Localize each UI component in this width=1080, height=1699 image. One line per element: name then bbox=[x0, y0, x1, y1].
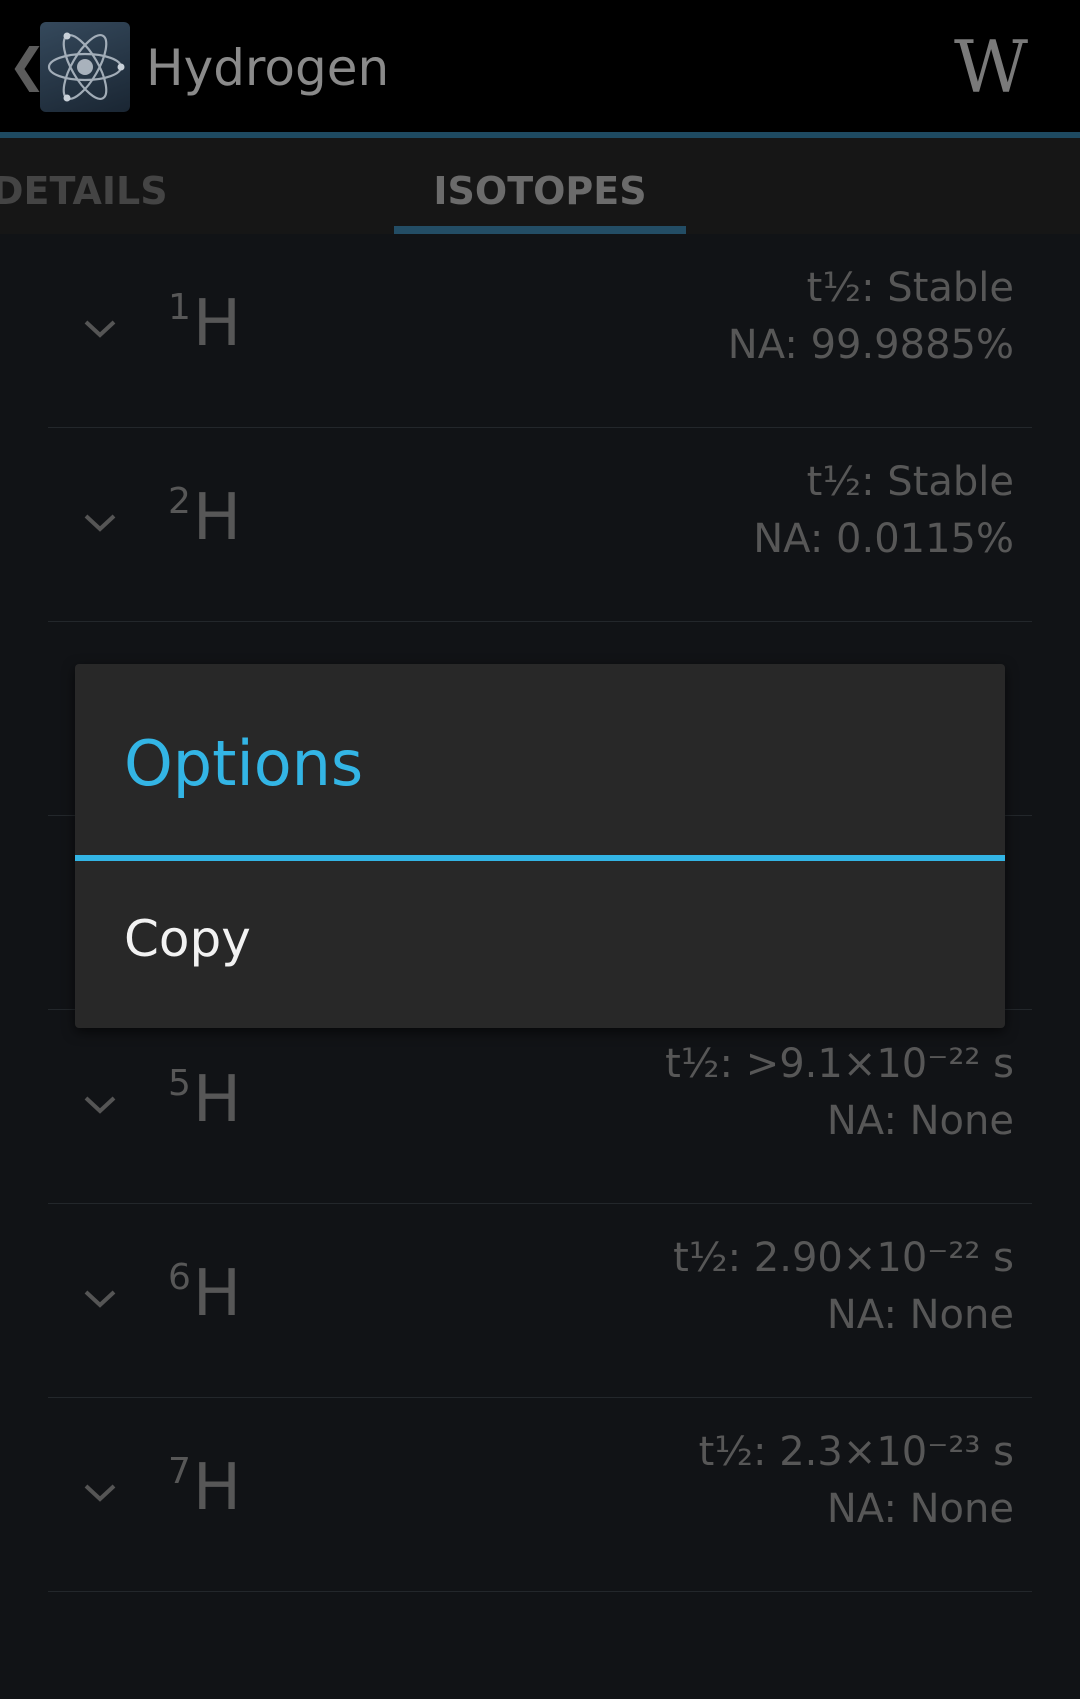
dialog-title: Options bbox=[124, 727, 364, 800]
copy-option[interactable]: Copy bbox=[75, 861, 1005, 1028]
copy-option-label: Copy bbox=[124, 910, 251, 968]
options-dialog: Options Copy bbox=[75, 664, 1005, 1028]
